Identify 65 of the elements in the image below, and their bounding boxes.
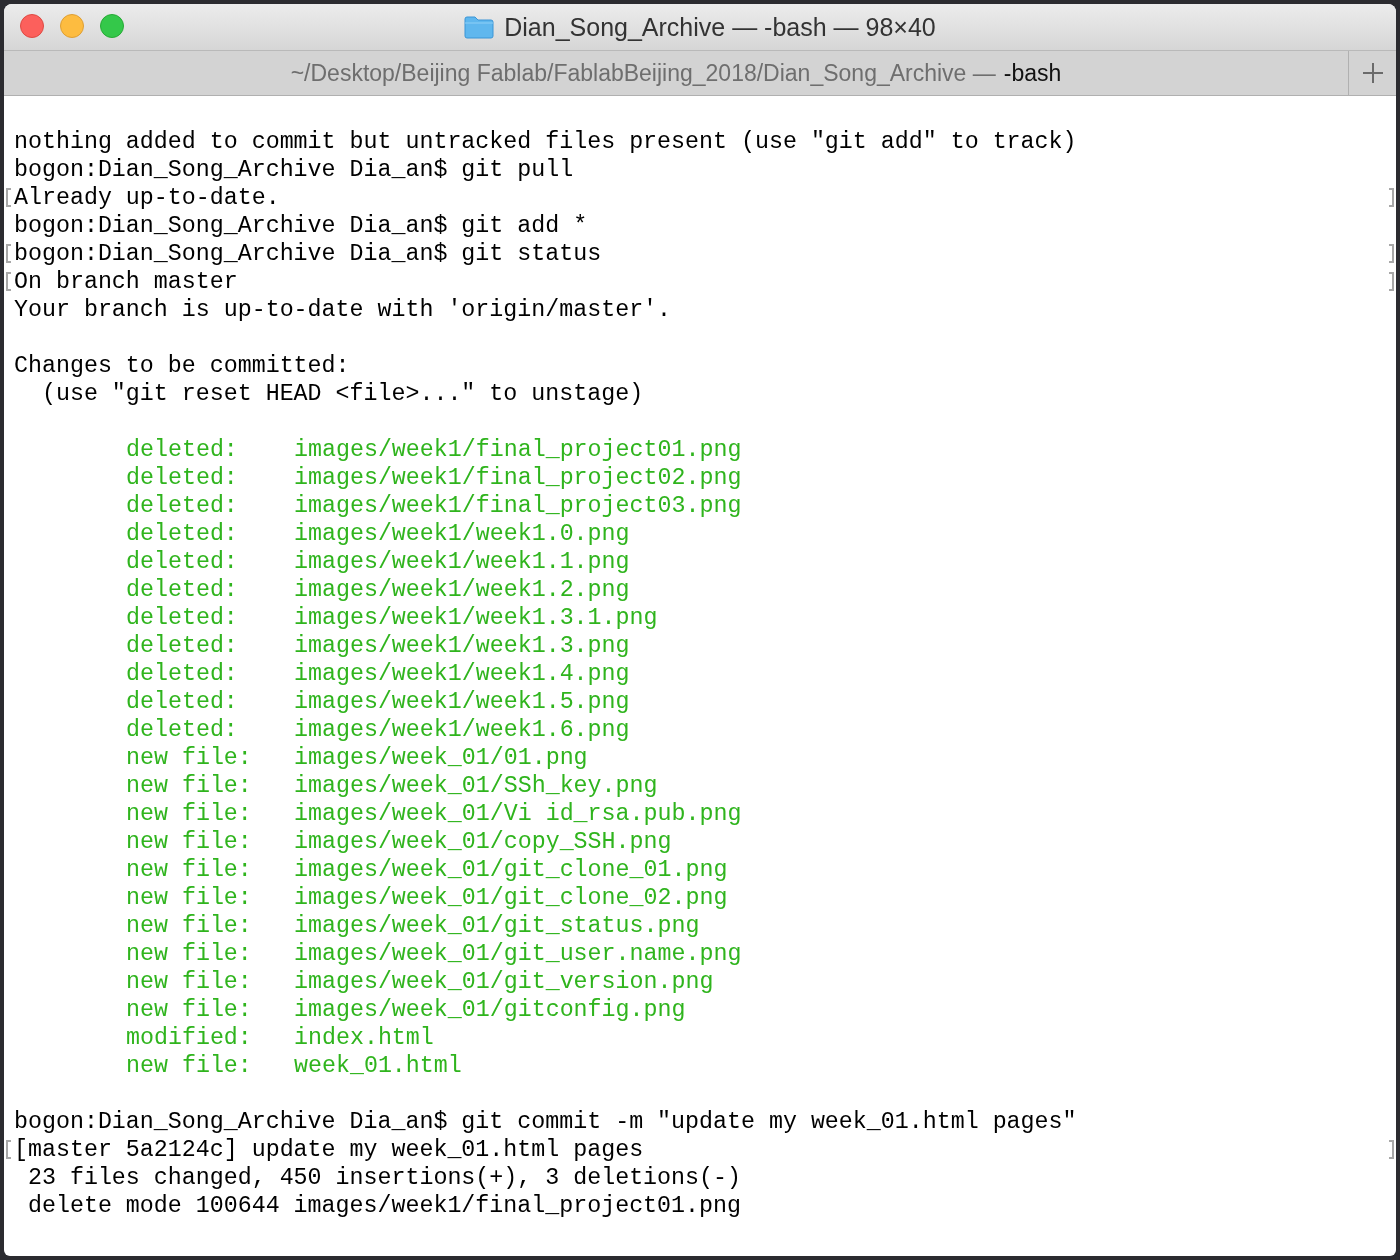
change-status: new file: [126, 940, 253, 968]
change-status: new file: [126, 912, 253, 940]
terminal-output-line: Your branch is up-to-date with 'origin/master'. [14, 297, 672, 323]
zoom-button[interactable] [100, 14, 124, 38]
file-path: index.html [294, 1025, 434, 1051]
terminal-output-line: bogon:Dian_Song_Archive Dia_an$ git add * [14, 213, 588, 239]
file-path: images/week1/week1.1.png [294, 549, 630, 575]
close-button[interactable] [20, 14, 44, 38]
change-status: deleted: [126, 520, 239, 548]
file-path: images/week1/final_project01.png [294, 437, 742, 463]
change-status: new file: [126, 884, 253, 912]
terminal-output-line: On branch master [14, 269, 238, 295]
file-path: images/week1/week1.5.png [294, 689, 630, 715]
change-status: deleted: [126, 604, 239, 632]
change-status: new file: [126, 744, 253, 772]
change-status: deleted: [126, 660, 239, 688]
file-path: images/week1/final_project03.png [294, 493, 742, 519]
file-path: images/week_01/git_version.png [294, 969, 714, 995]
file-path: images/week_01/01.png [294, 745, 588, 771]
change-status: deleted: [126, 632, 239, 660]
file-path: images/week1/week1.2.png [294, 577, 630, 603]
change-status: new file: [126, 772, 253, 800]
change-status: deleted: [126, 492, 239, 520]
terminal-output-line: bogon:Dian_Song_Archive Dia_an$ git status [14, 241, 602, 267]
file-path: images/week1/week1.3.png [294, 633, 630, 659]
change-status: deleted: [126, 688, 239, 716]
file-path: images/week1/final_project02.png [294, 465, 742, 491]
change-status: deleted: [126, 576, 239, 604]
terminal-output-line: bogon:Dian_Song_Archive Dia_an$ git commit -m "update my week_01.html pages" [14, 1109, 1077, 1135]
file-path: images/week_01/SSh_key.png [294, 773, 658, 799]
file-path: week_01.html [294, 1053, 462, 1079]
change-status: new file: [126, 856, 253, 884]
change-status: new file: [126, 828, 253, 856]
terminal-output-line: nothing added to commit but untracked files present (use "git add" to track) [14, 129, 1077, 155]
change-status: new file: [126, 996, 253, 1024]
file-path: images/week_01/git_clone_02.png [294, 885, 728, 911]
file-path: images/week1/week1.0.png [294, 521, 630, 547]
file-path: images/week1/week1.6.png [294, 717, 630, 743]
window-title: Dian_Song_Archive — -bash — 98×40 [504, 12, 936, 42]
terminal-output-line: Changes to be committed: [14, 353, 350, 379]
change-status: new file: [126, 1052, 253, 1080]
file-path: images/week_01/Vi id_rsa.pub.png [294, 801, 742, 827]
folder-icon [464, 15, 495, 39]
change-status: modified: [126, 1024, 253, 1052]
change-status: deleted: [126, 548, 239, 576]
file-path: images/week_01/git_clone_01.png [294, 857, 728, 883]
change-status: deleted: [126, 436, 239, 464]
change-status: deleted: [126, 716, 239, 744]
minimize-button[interactable] [60, 14, 84, 38]
terminal-output-line: 23 files changed, 450 insertions(+), 3 deletions(-) [26, 1165, 741, 1191]
change-status: new file: [126, 800, 253, 828]
plus-icon [1361, 62, 1384, 84]
file-path: images/week_01/gitconfig.png [294, 997, 686, 1023]
change-status: new file: [126, 968, 253, 996]
terminal-output-line: delete mode 100644 images/week1/final_project01.png [26, 1193, 741, 1219]
file-path: images/week1/week1.3.1.png [294, 605, 658, 631]
file-path: images/week_01/git_status.png [294, 913, 700, 939]
file-path: images/week_01/git_user.name.png [294, 941, 742, 967]
terminal-output-line: (use "git reset HEAD <file>..." to unstage) [40, 381, 644, 407]
terminal-output-line: bogon:Dian_Song_Archive Dia_an$ git pull [14, 157, 574, 183]
file-path: images/week1/week1.4.png [294, 661, 630, 687]
change-status: deleted: [126, 464, 239, 492]
file-path: images/week_01/copy_SSH.png [294, 829, 672, 855]
terminal-output-line: [master 5a2124c] update my week_01.html pages [14, 1137, 644, 1163]
terminal-output-line: Already up-to-date. [14, 185, 280, 211]
